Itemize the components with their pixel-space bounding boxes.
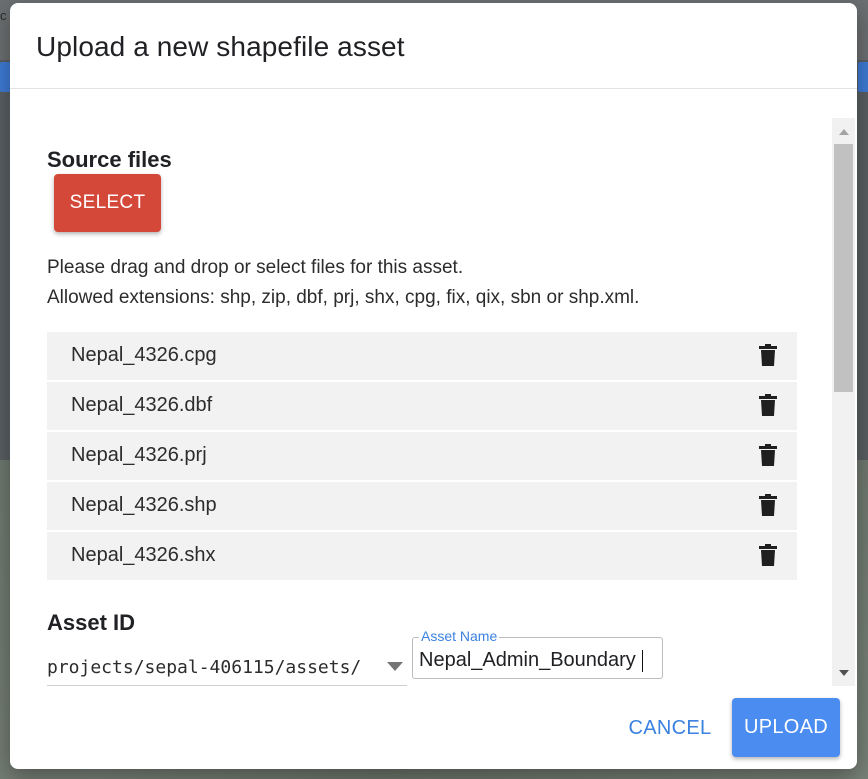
cancel-button[interactable]: CANCEL — [616, 701, 724, 755]
file-row: Nepal_4326.shx — [47, 532, 797, 580]
file-row: Nepal_4326.prj — [47, 432, 797, 480]
file-row: Nepal_4326.cpg — [47, 332, 797, 380]
trash-icon[interactable] — [759, 344, 777, 366]
text-cursor — [642, 650, 643, 672]
file-list: Nepal_4326.cpg Nepal_4326.dbf Nepal_4326… — [47, 332, 797, 582]
file-name: Nepal_4326.cpg — [71, 344, 217, 366]
asset-name-field: Asset Name — [412, 628, 663, 679]
file-name: Nepal_4326.dbf — [71, 394, 213, 416]
file-name: Nepal_4326.prj — [71, 444, 207, 466]
asset-name-label: Asset Name — [419, 628, 500, 644]
upload-button[interactable]: UPLOAD — [732, 698, 840, 757]
chevron-down-icon[interactable] — [386, 659, 404, 673]
file-row: Nepal_4326.dbf — [47, 382, 797, 430]
file-name: Nepal_4326.shp — [71, 494, 217, 516]
file-row: Nepal_4326.shp — [47, 482, 797, 530]
scroll-down-arrow-icon[interactable] — [839, 670, 849, 676]
trash-icon[interactable] — [759, 394, 777, 416]
trash-icon[interactable] — [759, 444, 777, 466]
trash-icon[interactable] — [759, 494, 777, 516]
asset-folder-select[interactable]: projects/sepal-406115/assets/ — [47, 651, 407, 686]
content-scrollbar[interactable] — [832, 118, 855, 686]
scrollbar-thumb[interactable] — [834, 144, 853, 392]
background-button-right — [858, 62, 868, 92]
asset-name-input[interactable] — [419, 648, 649, 672]
trash-icon[interactable] — [759, 544, 777, 566]
upload-shapefile-dialog: Upload a new shapefile asset Source file… — [10, 3, 857, 769]
dialog-content: Source files SELECT Please drag and drop… — [10, 89, 832, 686]
source-files-heading: Source files — [47, 147, 172, 172]
scroll-up-arrow-icon[interactable] — [839, 129, 849, 135]
drop-hint: Please drag and drop or select files for… — [47, 257, 464, 278]
asset-id-heading: Asset ID — [47, 610, 136, 635]
select-files-button[interactable]: SELECT — [54, 174, 161, 232]
background-edge-text: c — [0, 8, 7, 23]
file-name: Nepal_4326.shx — [71, 544, 216, 566]
dialog-title: Upload a new shapefile asset — [36, 31, 405, 62]
allowed-extensions-hint: Allowed extensions: shp, zip, dbf, prj, … — [47, 287, 640, 308]
